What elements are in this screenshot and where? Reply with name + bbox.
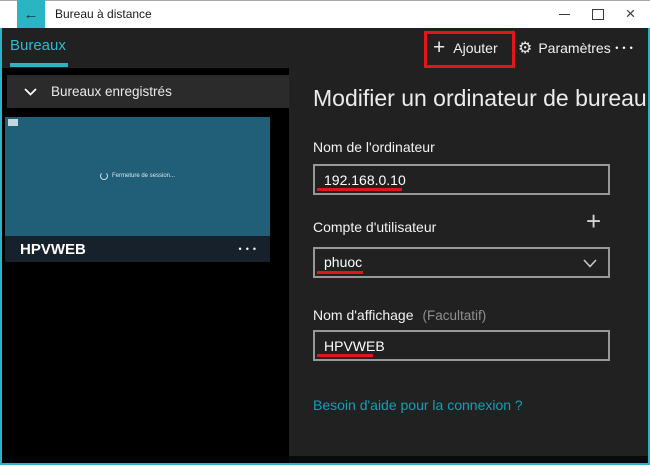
add-plus-icon: + [433, 37, 445, 58]
session-status: Fermeture de session... [5, 172, 270, 180]
close-button[interactable]: × [614, 0, 647, 28]
spinner-icon [100, 172, 108, 180]
chevron-down-icon [583, 259, 597, 268]
minimize-icon [559, 14, 570, 15]
optional-hint: (Facultatif) [422, 308, 486, 323]
edit-desktop-panel: Modifier un ordinateur de bureau Nom de … [289, 68, 650, 456]
gear-icon: ⚙ [518, 40, 532, 56]
app-window: ← Bureau à distance × Bureaux + Ajouter … [0, 0, 650, 465]
more-button[interactable]: ••• [608, 28, 644, 68]
desktop-card[interactable]: Fermeture de session... Windows Server 2… [5, 117, 270, 262]
thumbnail-menu-icon [8, 119, 18, 126]
panel-heading: Modifier un ordinateur de bureau [313, 85, 647, 112]
tab-selected-underline [10, 63, 68, 67]
connection-help-link[interactable]: Besoin d'aide pour la connexion ? [313, 397, 523, 413]
chevron-down-icon [24, 88, 37, 96]
maximize-button[interactable] [581, 0, 614, 28]
sidebar: Bureaux enregistrés Fermeture de session… [0, 68, 289, 465]
close-icon: × [626, 5, 636, 22]
computer-name-input[interactable] [313, 164, 610, 195]
titlebar: ← Bureau à distance × [0, 0, 650, 28]
settings-button-label: Paramètres [538, 40, 610, 56]
minimize-button[interactable] [548, 0, 581, 28]
desktop-name: HPVWEB [20, 241, 86, 258]
saved-desktops-group-header[interactable]: Bureaux enregistrés [7, 75, 289, 108]
desktop-thumbnail: Fermeture de session... [5, 117, 270, 236]
settings-button[interactable]: ⚙ Paramètres [518, 28, 611, 68]
maximize-icon [592, 9, 604, 20]
saved-desktops-label: Bureaux enregistrés [51, 84, 172, 99]
user-account-selected-value: phuoc [324, 254, 362, 270]
display-name-label-text: Nom d'affichage [313, 307, 413, 323]
window-controls: × [548, 0, 647, 28]
display-name-label: Nom d'affichage (Facultatif) [313, 307, 486, 323]
more-icon: ••• [615, 43, 636, 53]
desktop-more-button[interactable]: ••• [239, 244, 260, 254]
computer-name-label: Nom de l'ordinateur [313, 139, 435, 155]
desktop-card-bar: HPVWEB ••• [5, 236, 270, 262]
app-header: Bureaux + Ajouter ⚙ Paramètres ••• [0, 28, 650, 68]
back-button[interactable]: ← [17, 0, 45, 28]
user-account-dropdown[interactable]: phuoc [313, 247, 610, 278]
window-title: Bureau à distance [55, 0, 152, 28]
tab-bureaux[interactable]: Bureaux [10, 37, 66, 54]
add-button[interactable]: + Ajouter [433, 28, 498, 68]
back-arrow-icon: ← [24, 7, 39, 22]
add-button-label: Ajouter [453, 40, 497, 56]
user-account-label: Compte d'utilisateur [313, 219, 436, 235]
session-status-text: Fermeture de session... [112, 173, 175, 179]
add-user-account-button[interactable]: + [586, 208, 601, 234]
display-name-input[interactable] [313, 330, 610, 361]
